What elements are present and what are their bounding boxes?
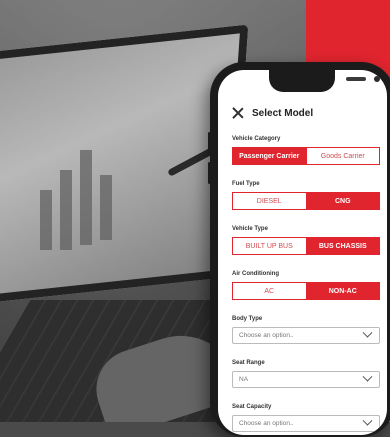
vehicle-type-group: Vehicle Type BUILT UP BUS BUS CHASSIS	[232, 226, 380, 255]
air-conditioning-toggle: AC NON-AC	[232, 282, 380, 300]
vehicle-category-group: Vehicle Category Passenger Carrier Goods…	[232, 136, 380, 165]
cng-option[interactable]: CNG	[306, 192, 380, 210]
close-icon[interactable]	[232, 107, 244, 119]
ac-option[interactable]: AC	[232, 282, 307, 300]
phone-notch	[269, 70, 380, 92]
camera	[374, 76, 380, 82]
phone-side-button	[208, 132, 211, 154]
body-type-group: Body Type Choose an option..	[232, 316, 380, 344]
chevron-down-icon	[362, 371, 373, 382]
seat-range-label: Seat Range	[232, 360, 265, 366]
body-type-select[interactable]: Choose an option..	[232, 327, 380, 344]
goods-carrier-option[interactable]: Goods Carrier	[306, 147, 380, 165]
air-conditioning-label: Air Conditioning	[232, 271, 279, 277]
seat-capacity-group: Seat Capacity Choose an option..	[232, 404, 380, 432]
speaker	[346, 77, 366, 81]
seat-capacity-select[interactable]: Choose an option..	[232, 415, 380, 432]
fuel-type-label: Fuel Type	[232, 181, 260, 187]
air-conditioning-group: Air Conditioning AC NON-AC	[232, 271, 380, 300]
body-type-value: Choose an option..	[239, 332, 294, 339]
vehicle-type-label: Vehicle Type	[232, 226, 268, 232]
phone-mockup: Select Model Vehicle Category Passenger …	[208, 62, 390, 437]
non-ac-option[interactable]: NON-AC	[306, 282, 380, 300]
select-model-form: Select Model Vehicle Category Passenger …	[232, 104, 380, 435]
chevron-down-icon	[362, 327, 373, 338]
chevron-down-icon	[362, 415, 373, 426]
passenger-carrier-option[interactable]: Passenger Carrier	[232, 147, 307, 165]
vehicle-category-toggle: Passenger Carrier Goods Carrier	[232, 147, 380, 165]
bus-chassis-option[interactable]: BUS CHASSIS	[306, 237, 380, 255]
body-type-label: Body Type	[232, 316, 263, 322]
seat-capacity-label: Seat Capacity	[232, 404, 272, 410]
diesel-option[interactable]: DIESEL	[232, 192, 307, 210]
vehicle-type-toggle: BUILT UP BUS BUS CHASSIS	[232, 237, 380, 255]
built-up-bus-option[interactable]: BUILT UP BUS	[232, 237, 307, 255]
fuel-type-group: Fuel Type DIESEL CNG	[232, 181, 380, 210]
seat-range-group: Seat Range NA	[232, 360, 380, 388]
fuel-type-toggle: DIESEL CNG	[232, 192, 380, 210]
seat-range-value: NA	[239, 376, 249, 383]
seat-capacity-value: Choose an option..	[239, 420, 294, 427]
seat-range-select[interactable]: NA	[232, 371, 380, 388]
vehicle-category-label: Vehicle Category	[232, 136, 281, 142]
header: Select Model	[232, 104, 380, 122]
phone-screen: Select Model Vehicle Category Passenger …	[218, 70, 387, 435]
phone-side-button	[208, 162, 211, 184]
page-title: Select Model	[252, 107, 314, 119]
